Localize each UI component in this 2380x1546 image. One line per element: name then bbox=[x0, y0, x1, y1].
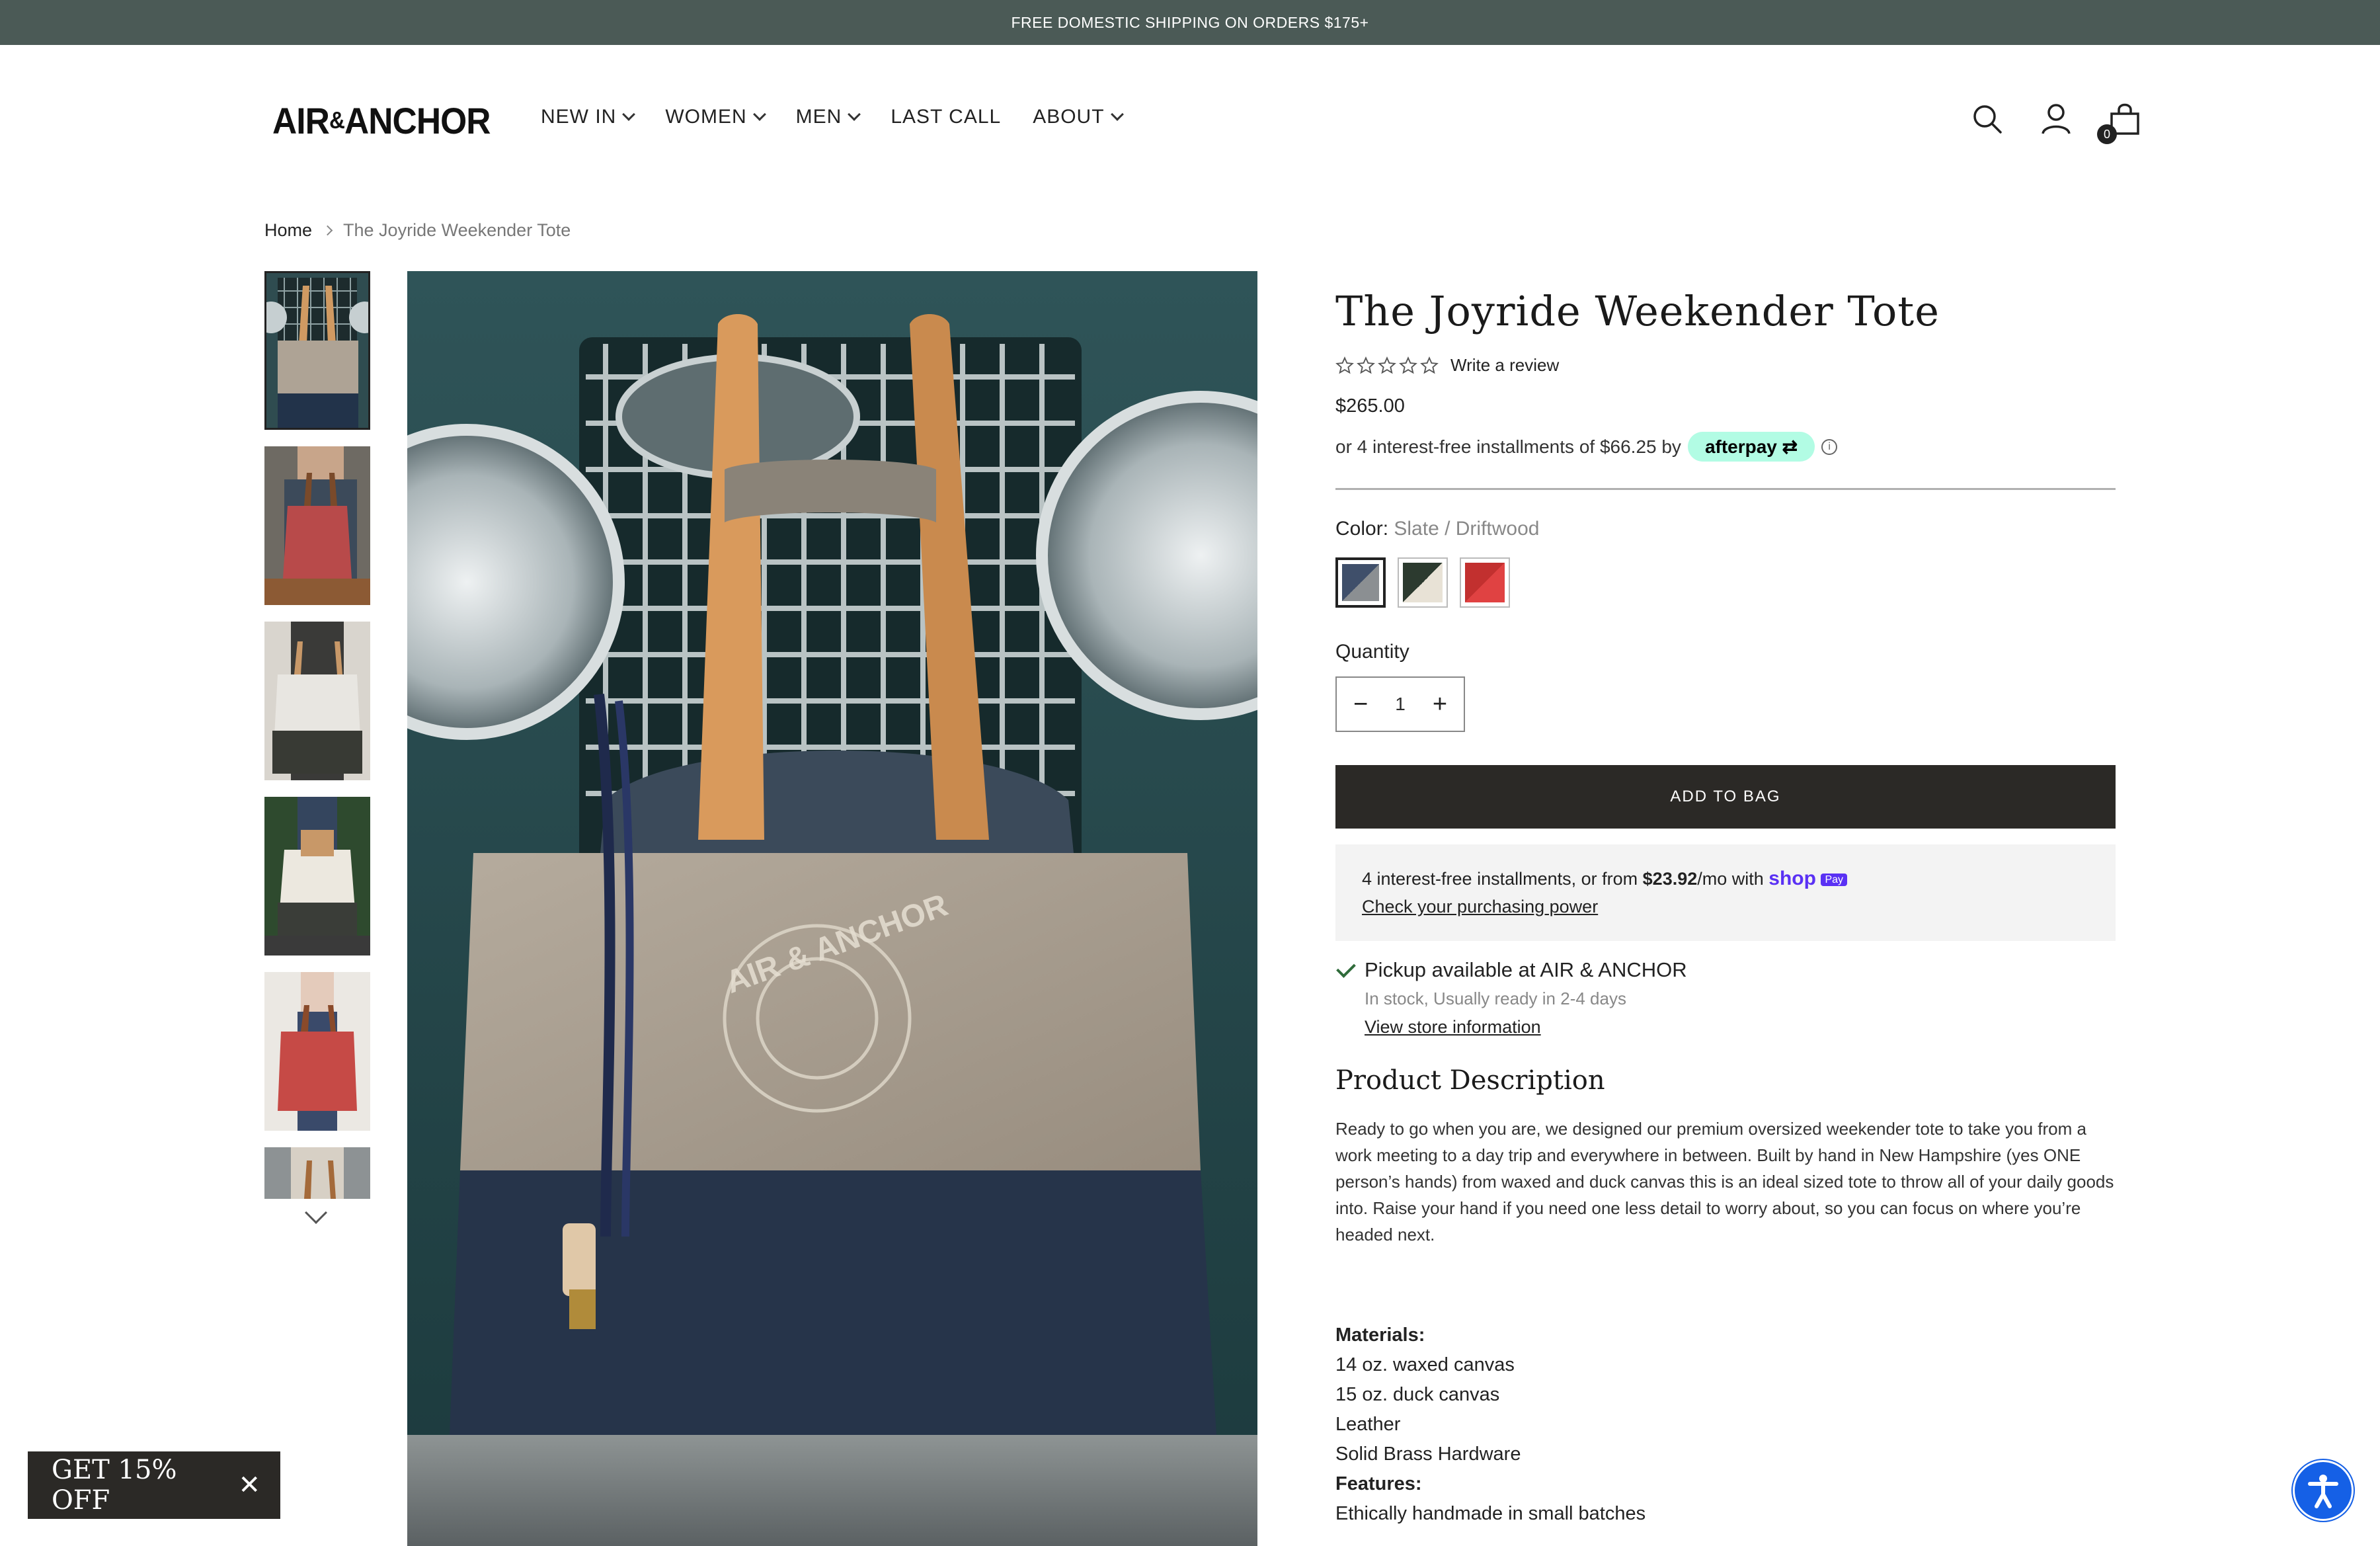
product-title: The Joyride Weekender Tote bbox=[1335, 287, 1940, 335]
thumbnail-3[interactable] bbox=[264, 622, 370, 780]
material-item: Leather bbox=[1335, 1414, 1401, 1435]
star-icon bbox=[1335, 356, 1354, 374]
chevron-right-icon bbox=[322, 225, 333, 236]
afterpay-text: or 4 interest-free installments of $66.2… bbox=[1335, 436, 1681, 457]
star-icon bbox=[1378, 356, 1396, 374]
view-store-info-link[interactable]: View store information bbox=[1365, 1017, 1687, 1037]
announcement-text: FREE DOMESTIC SHIPPING ON ORDERS $175+ bbox=[1011, 13, 1369, 31]
add-to-bag-button[interactable]: ADD TO BAG bbox=[1335, 765, 2116, 829]
star-icon bbox=[1420, 356, 1439, 374]
info-icon[interactable]: i bbox=[1821, 438, 1838, 455]
color-label-text: Color: bbox=[1335, 518, 1389, 540]
material-item: 14 oz. waxed canvas bbox=[1335, 1354, 1515, 1375]
features-heading: Features: bbox=[1335, 1473, 1422, 1494]
thumbnail-2[interactable] bbox=[264, 446, 370, 605]
nav-new-in[interactable]: NEW IN bbox=[541, 106, 636, 128]
accessibility-icon bbox=[2308, 1475, 2338, 1508]
chevron-down-icon bbox=[752, 108, 766, 121]
color-label: Color: Slate / Driftwood bbox=[1335, 518, 2116, 540]
quantity-label: Quantity bbox=[1335, 641, 1409, 663]
logo-text-anchor: ANCHOR bbox=[344, 100, 491, 142]
nav-label: ABOUT bbox=[1033, 106, 1105, 128]
breadcrumb: Home The Joyride Weekender Tote bbox=[264, 220, 571, 241]
afterpay-badge[interactable]: afterpay ⇄ bbox=[1687, 432, 1815, 462]
nav-last-call[interactable]: LAST CALL bbox=[891, 106, 1001, 128]
materials-heading: Materials: bbox=[1335, 1324, 1425, 1346]
header-icons: 0 bbox=[1970, 102, 2142, 144]
star-rating[interactable] bbox=[1335, 356, 1439, 375]
thumbnail-1[interactable] bbox=[264, 271, 370, 430]
thumbnail-6[interactable] bbox=[264, 1147, 370, 1199]
main-nav: NEW IN WOMEN MEN LAST CALL ABOUT bbox=[541, 106, 1124, 128]
star-icon bbox=[1357, 356, 1375, 374]
pickup-status: In stock, Usually ready in 2-4 days bbox=[1365, 989, 1626, 1008]
color-swatches bbox=[1335, 557, 2116, 608]
search-icon[interactable] bbox=[1970, 102, 2004, 136]
promo-label: GET 15% OFF bbox=[52, 1455, 177, 1516]
shoppay-logo: shop bbox=[1768, 868, 1816, 889]
breadcrumb-current: The Joyride Weekender Tote bbox=[343, 220, 571, 240]
logo-ampersand: & bbox=[329, 106, 345, 134]
materials-section: Materials: 14 oz. waxed canvas 15 oz. du… bbox=[1335, 1321, 2116, 1529]
announcement-bar: FREE DOMESTIC SHIPPING ON ORDERS $175+ bbox=[0, 0, 2380, 45]
swatch-olive-natural[interactable] bbox=[1398, 557, 1448, 608]
main-product-image[interactable]: AIR & ANCHOR bbox=[407, 271, 1257, 1546]
thumbnail-5[interactable] bbox=[264, 972, 370, 1131]
check-purchasing-power-link[interactable]: Check your purchasing power bbox=[1362, 893, 2089, 920]
nav-label: NEW IN bbox=[541, 106, 617, 128]
swatch-slate-driftwood[interactable] bbox=[1335, 557, 1386, 608]
shoppay-amount: $23.92 bbox=[1642, 869, 1698, 889]
product-price: $265.00 bbox=[1335, 395, 1405, 417]
quantity-value[interactable]: 1 bbox=[1395, 694, 1406, 715]
discount-popup-button[interactable]: GET 15% OFF ✕ bbox=[28, 1451, 280, 1519]
nav-label: LAST CALL bbox=[891, 106, 1002, 128]
thumbnail-4[interactable] bbox=[264, 797, 370, 956]
material-item: 15 oz. duck canvas bbox=[1335, 1384, 1500, 1405]
divider bbox=[1335, 488, 2116, 490]
color-value: Slate / Driftwood bbox=[1394, 518, 1540, 540]
account-icon[interactable] bbox=[2039, 102, 2073, 136]
brand-logo[interactable]: AIR&ANCHOR bbox=[272, 99, 491, 142]
nav-label: WOMEN bbox=[665, 106, 747, 128]
chevron-down-icon bbox=[848, 108, 861, 121]
chevron-down-icon bbox=[622, 108, 636, 121]
close-icon[interactable]: ✕ bbox=[238, 1470, 260, 1500]
shoppay-line: 4 interest-free installments, or from $2… bbox=[1362, 866, 2089, 893]
shoppay-text-after: /mo with bbox=[1697, 869, 1769, 889]
accessibility-button[interactable] bbox=[2293, 1460, 2354, 1521]
afterpay-row: or 4 interest-free installments of $66.2… bbox=[1335, 432, 2116, 462]
nav-about[interactable]: ABOUT bbox=[1033, 106, 1124, 128]
nav-men[interactable]: MEN bbox=[795, 106, 861, 128]
shoppay-text: 4 interest-free installments, or from bbox=[1362, 869, 1643, 889]
logo-text-air: AIR bbox=[272, 100, 330, 142]
product-info: The Joyride Weekender Tote Write a revie… bbox=[1335, 271, 2116, 1529]
shoppay-pay-badge: Pay bbox=[1821, 874, 1848, 886]
breadcrumb-home[interactable]: Home bbox=[264, 220, 312, 241]
swatch-red[interactable] bbox=[1460, 557, 1510, 608]
chevron-down-icon bbox=[1110, 108, 1124, 121]
bag-icon[interactable]: 0 bbox=[2097, 102, 2142, 144]
shoppay-box: 4 interest-free installments, or from $2… bbox=[1335, 844, 2116, 941]
description-heading: Product Description bbox=[1335, 1065, 1605, 1096]
minus-icon[interactable]: − bbox=[1347, 690, 1374, 718]
star-icon bbox=[1399, 356, 1417, 374]
check-icon bbox=[1336, 958, 1356, 978]
plus-icon[interactable]: + bbox=[1427, 690, 1453, 718]
write-review-link[interactable]: Write a review bbox=[1450, 355, 1559, 376]
quantity-stepper: − 1 + bbox=[1335, 676, 1465, 732]
cart-count-badge: 0 bbox=[2097, 124, 2117, 144]
nav-women[interactable]: WOMEN bbox=[665, 106, 766, 128]
pickup-title: Pickup available at AIR & ANCHOR bbox=[1365, 958, 1687, 981]
site-header: AIR&ANCHOR NEW IN WOMEN MEN LAST CALL AB… bbox=[0, 45, 2380, 190]
rating-row: Write a review bbox=[1335, 355, 2116, 376]
feature-item: Ethically handmade in small batches bbox=[1335, 1503, 1646, 1524]
description-text: Ready to go when you are, we designed ou… bbox=[1335, 1119, 2114, 1244]
material-item: Solid Brass Hardware bbox=[1335, 1444, 1521, 1465]
thumbnail-gallery bbox=[264, 271, 370, 1215]
afterpay-brand: afterpay bbox=[1704, 436, 1777, 457]
pickup-info: Pickup available at AIR & ANCHOR In stoc… bbox=[1335, 958, 2116, 1037]
nav-label: MEN bbox=[795, 106, 842, 128]
